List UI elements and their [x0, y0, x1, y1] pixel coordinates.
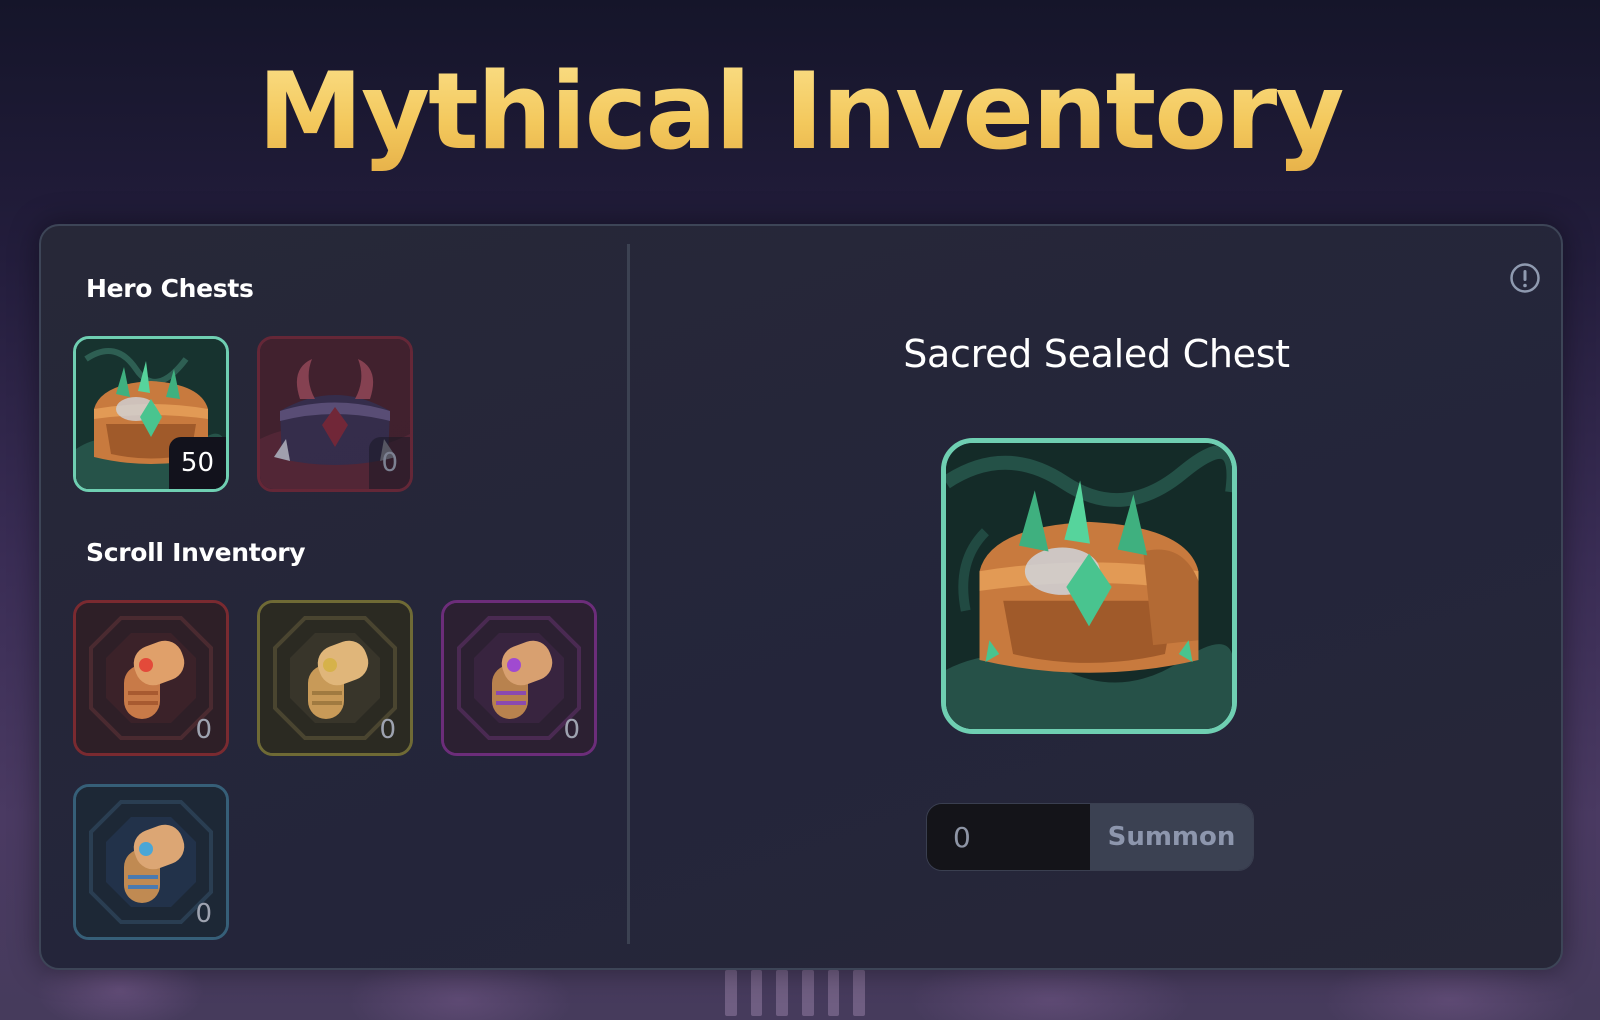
scroll-inventory-title: Scroll Inventory [86, 538, 306, 567]
summon-quantity-input[interactable] [927, 804, 1090, 870]
scroll-count: 0 [195, 899, 212, 929]
hero-chest-slot-dark[interactable]: 0 [257, 336, 413, 492]
sacred-chest-large-icon [946, 443, 1232, 729]
summon-button[interactable]: Summon [1090, 804, 1253, 870]
scroll-slot-purple[interactable]: 0 [441, 600, 597, 756]
chest-count-badge: 50 [168, 437, 226, 489]
hero-chest-slot-sacred[interactable]: 50 [73, 336, 229, 492]
info-icon[interactable] [1509, 262, 1541, 294]
scroll-count: 0 [563, 715, 580, 745]
scroll-slot-red[interactable]: 0 [73, 600, 229, 756]
inventory-panel: Hero Chests 50 0 Scroll Inventory 0 0 0 … [39, 224, 1563, 970]
scroll-count: 0 [195, 715, 212, 745]
summon-control: Summon [926, 803, 1254, 871]
scroll-count: 0 [379, 715, 396, 745]
page-title: Mythical Inventory [0, 50, 1600, 173]
selected-chest-image [941, 438, 1237, 734]
background-pillars [725, 970, 866, 1020]
chest-count-badge: 0 [369, 437, 410, 489]
selected-chest-title: Sacred Sealed Chest [903, 332, 1290, 376]
scroll-slot-gold[interactable]: 0 [257, 600, 413, 756]
scroll-slot-blue[interactable]: 0 [73, 784, 229, 940]
hero-chests-title: Hero Chests [86, 274, 254, 303]
